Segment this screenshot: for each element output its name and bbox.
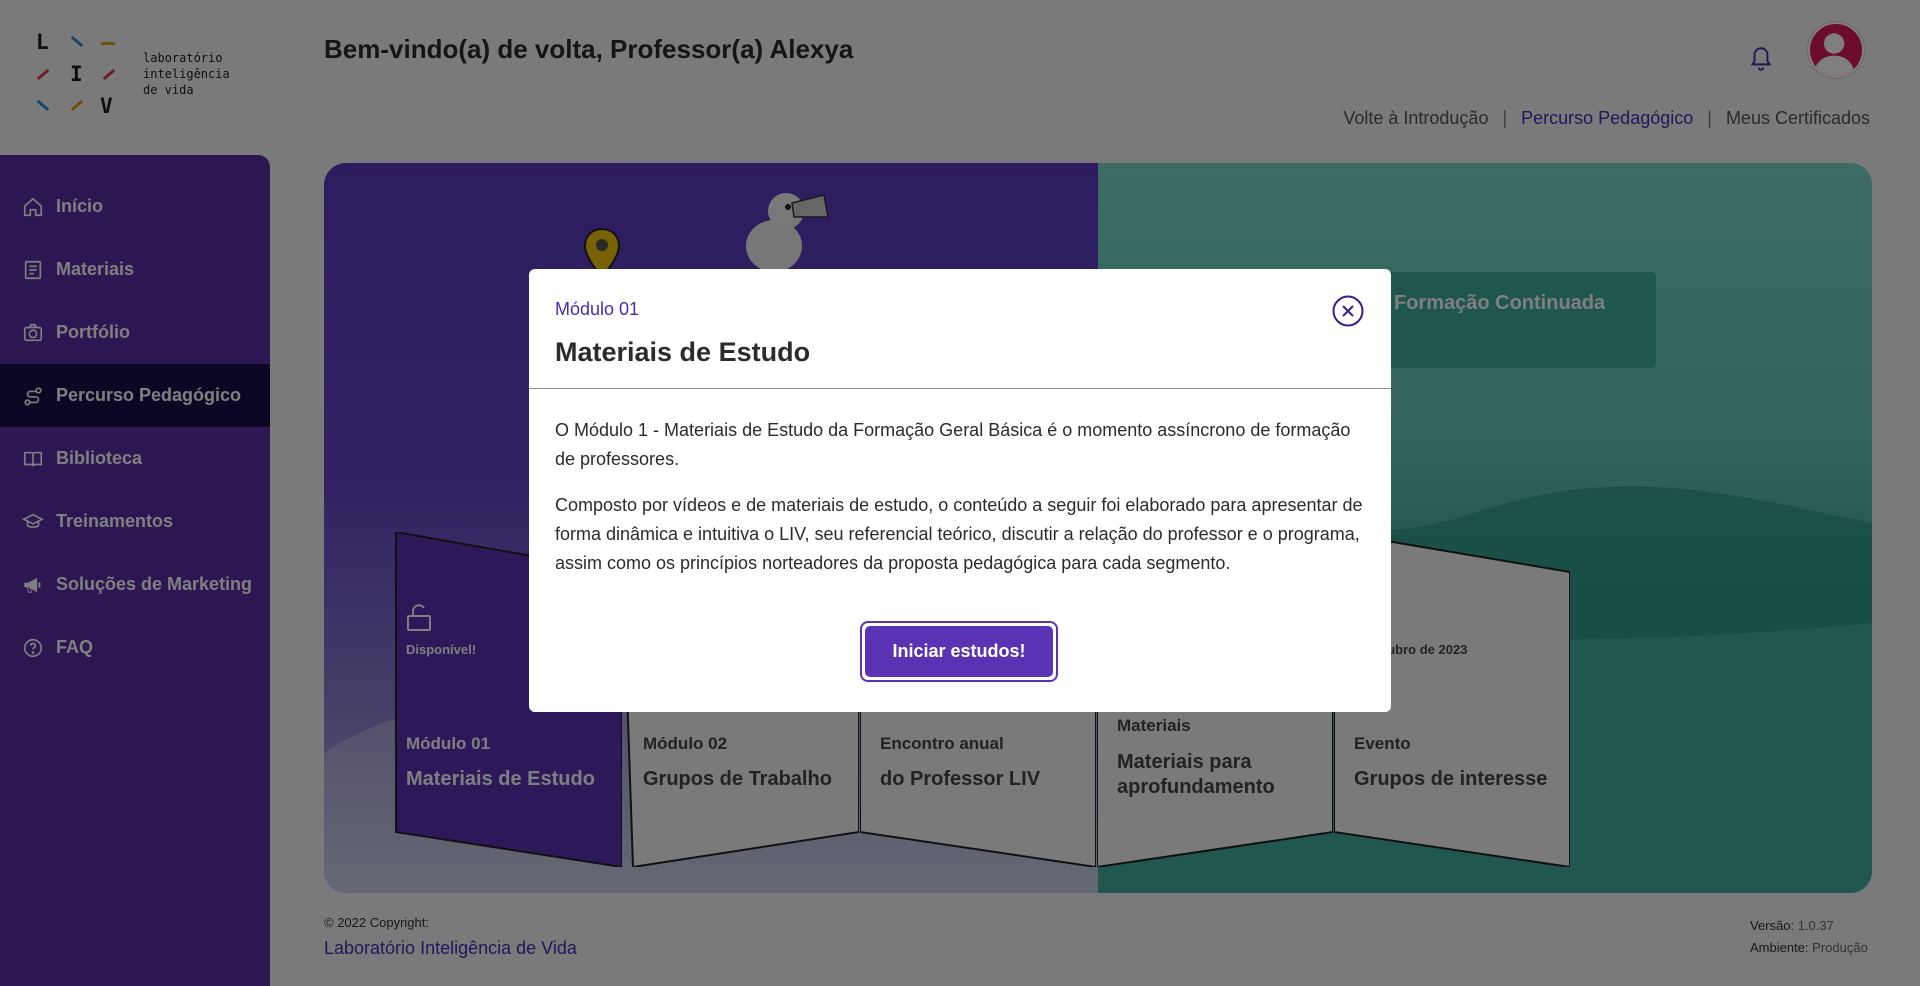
modal-title: Materiais de Estudo — [555, 337, 811, 367]
module-modal: Módulo 01 Materiais de Estudo O Módulo 1… — [529, 269, 1391, 712]
modal-kicker: Módulo 01 — [555, 299, 640, 319]
modal-paragraph: Composto por vídeos e de materiais de es… — [555, 495, 1363, 573]
start-studies-button[interactable]: Iniciar estudos! — [860, 621, 1058, 682]
close-icon[interactable] — [1332, 295, 1364, 327]
modal-paragraph: O Módulo 1 - Materiais de Estudo da Form… — [555, 420, 1351, 469]
modal-divider — [529, 388, 1391, 389]
start-studies-label: Iniciar estudos! — [865, 626, 1053, 677]
modal-body: O Módulo 1 - Materiais de Estudo da Form… — [555, 416, 1371, 578]
